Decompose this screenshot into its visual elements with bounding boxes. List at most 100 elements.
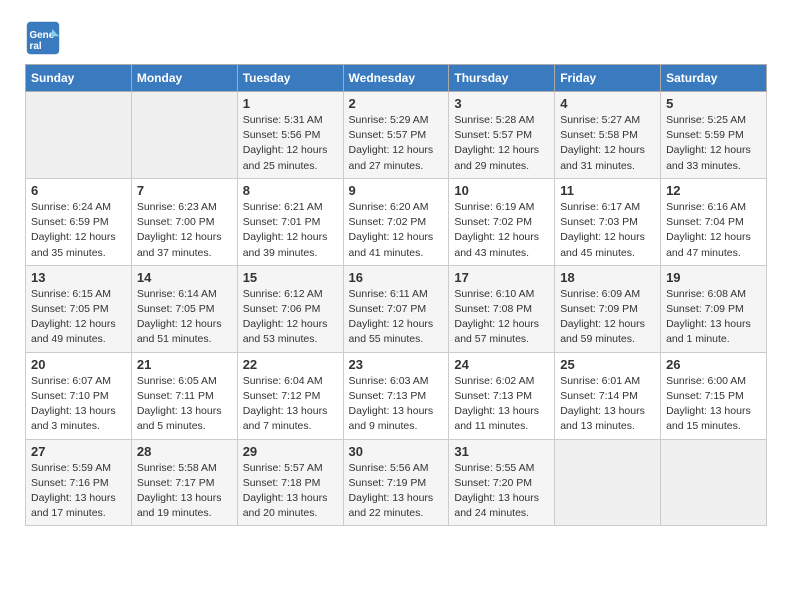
weekday-header: Monday: [131, 65, 237, 92]
day-number: 4: [560, 96, 655, 111]
calendar-day-cell: 9 Sunrise: 6:20 AM Sunset: 7:02 PM Daylig…: [343, 178, 449, 265]
calendar-day-cell: 2Sunrise: 5:29 AM Sunset: 5:57 PM Daylig…: [343, 92, 449, 179]
calendar-day-cell: 28Sunrise: 5:58 AM Sunset: 7:17 PM Dayli…: [131, 439, 237, 526]
calendar-day-cell: 21 Sunrise: 6:05 AM Sunset: 7:11 PM Dayli…: [131, 352, 237, 439]
day-number: 25: [560, 357, 655, 372]
calendar-day-cell: 30 Sunrise: 5:56 AM Sunset: 7:19 PM Dayli…: [343, 439, 449, 526]
day-info: Sunrise: 6:09 AM Sunset: 7:09 PM Dayligh…: [560, 287, 655, 348]
day-info: Sunrise: 5:57 AM Sunset: 7:18 PM Dayligh…: [243, 461, 338, 522]
calendar-week-row: 1 Sunrise: 5:31 AM Sunset: 5:56 PM Daylig…: [26, 92, 767, 179]
day-number: 17: [454, 270, 549, 285]
day-number: 23: [349, 357, 444, 372]
calendar-day-cell: [661, 439, 767, 526]
day-info: Sunrise: 6:14 AM Sunset: 7:05 PM Dayligh…: [137, 287, 232, 348]
day-number: 5: [666, 96, 761, 111]
day-info: Sunrise: 6:23 AM Sunset: 7:00 PM Dayligh…: [137, 200, 232, 261]
day-number: 7: [137, 183, 232, 198]
calendar-day-cell: 10Sunrise: 6:19 AM Sunset: 7:02 PM Dayli…: [449, 178, 555, 265]
logo-icon: Gene ral: [25, 20, 61, 56]
calendar-day-cell: 11Sunrise: 6:17 AM Sunset: 7:03 PM Dayli…: [555, 178, 661, 265]
calendar-week-row: 6 Sunrise: 6:24 AM Sunset: 6:59 PM Daylig…: [26, 178, 767, 265]
day-number: 8: [243, 183, 338, 198]
page-header: Gene ral: [25, 20, 767, 56]
day-info: Sunrise: 6:03 AM Sunset: 7:13 PM Dayligh…: [349, 374, 444, 435]
day-number: 27: [31, 444, 126, 459]
day-info: Sunrise: 6:19 AM Sunset: 7:02 PM Dayligh…: [454, 200, 549, 261]
day-number: 1: [243, 96, 338, 111]
day-info: Sunrise: 6:00 AM Sunset: 7:15 PM Dayligh…: [666, 374, 761, 435]
day-info: Sunrise: 6:24 AM Sunset: 6:59 PM Dayligh…: [31, 200, 126, 261]
day-number: 9: [349, 183, 444, 198]
calendar-day-cell: 14 Sunrise: 6:14 AM Sunset: 7:05 PM Dayli…: [131, 265, 237, 352]
day-number: 31: [454, 444, 549, 459]
day-number: 18: [560, 270, 655, 285]
day-info: Sunrise: 6:11 AM Sunset: 7:07 PM Dayligh…: [349, 287, 444, 348]
day-number: 19: [666, 270, 761, 285]
weekday-header: Friday: [555, 65, 661, 92]
calendar-day-cell: [26, 92, 132, 179]
day-number: 16: [349, 270, 444, 285]
day-info: Sunrise: 5:58 AM Sunset: 7:17 PM Dayligh…: [137, 461, 232, 522]
weekday-header: Thursday: [449, 65, 555, 92]
day-info: Sunrise: 6:05 AM Sunset: 7:11 PM Dayligh…: [137, 374, 232, 435]
calendar-day-cell: 15 Sunrise: 6:12 AM Sunset: 7:06 PM Dayli…: [237, 265, 343, 352]
day-info: Sunrise: 6:17 AM Sunset: 7:03 PM Dayligh…: [560, 200, 655, 261]
day-info: Sunrise: 5:25 AM Sunset: 5:59 PM Dayligh…: [666, 113, 761, 174]
day-info: Sunrise: 6:15 AM Sunset: 7:05 PM Dayligh…: [31, 287, 126, 348]
calendar-day-cell: 25 Sunrise: 6:01 AM Sunset: 7:14 PM Dayli…: [555, 352, 661, 439]
calendar-table: SundayMondayTuesdayWednesdayThursdayFrid…: [25, 64, 767, 526]
calendar-day-cell: 8 Sunrise: 6:21 AM Sunset: 7:01 PM Daylig…: [237, 178, 343, 265]
weekday-header-row: SundayMondayTuesdayWednesdayThursdayFrid…: [26, 65, 767, 92]
day-number: 6: [31, 183, 126, 198]
day-info: Sunrise: 6:07 AM Sunset: 7:10 PM Dayligh…: [31, 374, 126, 435]
calendar-day-cell: 31Sunrise: 5:55 AM Sunset: 7:20 PM Dayli…: [449, 439, 555, 526]
day-info: Sunrise: 5:56 AM Sunset: 7:19 PM Dayligh…: [349, 461, 444, 522]
day-number: 3: [454, 96, 549, 111]
day-number: 14: [137, 270, 232, 285]
day-number: 21: [137, 357, 232, 372]
weekday-header: Tuesday: [237, 65, 343, 92]
calendar-day-cell: [555, 439, 661, 526]
day-info: Sunrise: 5:31 AM Sunset: 5:56 PM Dayligh…: [243, 113, 338, 174]
calendar-day-cell: 27Sunrise: 5:59 AM Sunset: 7:16 PM Dayli…: [26, 439, 132, 526]
weekday-header: Saturday: [661, 65, 767, 92]
calendar-week-row: 13 Sunrise: 6:15 AM Sunset: 7:05 PM Dayli…: [26, 265, 767, 352]
calendar-day-cell: 16 Sunrise: 6:11 AM Sunset: 7:07 PM Dayli…: [343, 265, 449, 352]
day-number: 13: [31, 270, 126, 285]
calendar-day-cell: 5 Sunrise: 5:25 AM Sunset: 5:59 PM Daylig…: [661, 92, 767, 179]
calendar-day-cell: 7 Sunrise: 6:23 AM Sunset: 7:00 PM Daylig…: [131, 178, 237, 265]
calendar-day-cell: 17 Sunrise: 6:10 AM Sunset: 7:08 PM Dayli…: [449, 265, 555, 352]
calendar-day-cell: 23 Sunrise: 6:03 AM Sunset: 7:13 PM Dayli…: [343, 352, 449, 439]
day-info: Sunrise: 5:29 AM Sunset: 5:57 PM Dayligh…: [349, 113, 444, 174]
weekday-header: Wednesday: [343, 65, 449, 92]
calendar-day-cell: 1 Sunrise: 5:31 AM Sunset: 5:56 PM Daylig…: [237, 92, 343, 179]
calendar-day-cell: 4 Sunrise: 5:27 AM Sunset: 5:58 PM Daylig…: [555, 92, 661, 179]
day-info: Sunrise: 5:27 AM Sunset: 5:58 PM Dayligh…: [560, 113, 655, 174]
calendar-day-cell: 29Sunrise: 5:57 AM Sunset: 7:18 PM Dayli…: [237, 439, 343, 526]
calendar-day-cell: 22Sunrise: 6:04 AM Sunset: 7:12 PM Dayli…: [237, 352, 343, 439]
calendar-day-cell: 12Sunrise: 6:16 AM Sunset: 7:04 PM Dayli…: [661, 178, 767, 265]
day-info: Sunrise: 6:21 AM Sunset: 7:01 PM Dayligh…: [243, 200, 338, 261]
day-number: 30: [349, 444, 444, 459]
day-info: Sunrise: 6:08 AM Sunset: 7:09 PM Dayligh…: [666, 287, 761, 348]
calendar-week-row: 20 Sunrise: 6:07 AM Sunset: 7:10 PM Dayli…: [26, 352, 767, 439]
calendar-day-cell: 20 Sunrise: 6:07 AM Sunset: 7:10 PM Dayli…: [26, 352, 132, 439]
svg-text:Gene: Gene: [30, 30, 55, 41]
day-number: 24: [454, 357, 549, 372]
day-info: Sunrise: 6:04 AM Sunset: 7:12 PM Dayligh…: [243, 374, 338, 435]
day-number: 20: [31, 357, 126, 372]
svg-text:ral: ral: [30, 41, 42, 52]
day-number: 15: [243, 270, 338, 285]
day-info: Sunrise: 5:28 AM Sunset: 5:57 PM Dayligh…: [454, 113, 549, 174]
day-info: Sunrise: 6:12 AM Sunset: 7:06 PM Dayligh…: [243, 287, 338, 348]
day-info: Sunrise: 6:20 AM Sunset: 7:02 PM Dayligh…: [349, 200, 444, 261]
day-info: Sunrise: 6:02 AM Sunset: 7:13 PM Dayligh…: [454, 374, 549, 435]
calendar-day-cell: [131, 92, 237, 179]
day-info: Sunrise: 6:01 AM Sunset: 7:14 PM Dayligh…: [560, 374, 655, 435]
calendar-day-cell: 26Sunrise: 6:00 AM Sunset: 7:15 PM Dayli…: [661, 352, 767, 439]
calendar-day-cell: 18 Sunrise: 6:09 AM Sunset: 7:09 PM Dayli…: [555, 265, 661, 352]
weekday-header: Sunday: [26, 65, 132, 92]
logo: Gene ral: [25, 20, 65, 56]
calendar-day-cell: 13 Sunrise: 6:15 AM Sunset: 7:05 PM Dayli…: [26, 265, 132, 352]
day-info: Sunrise: 6:10 AM Sunset: 7:08 PM Dayligh…: [454, 287, 549, 348]
